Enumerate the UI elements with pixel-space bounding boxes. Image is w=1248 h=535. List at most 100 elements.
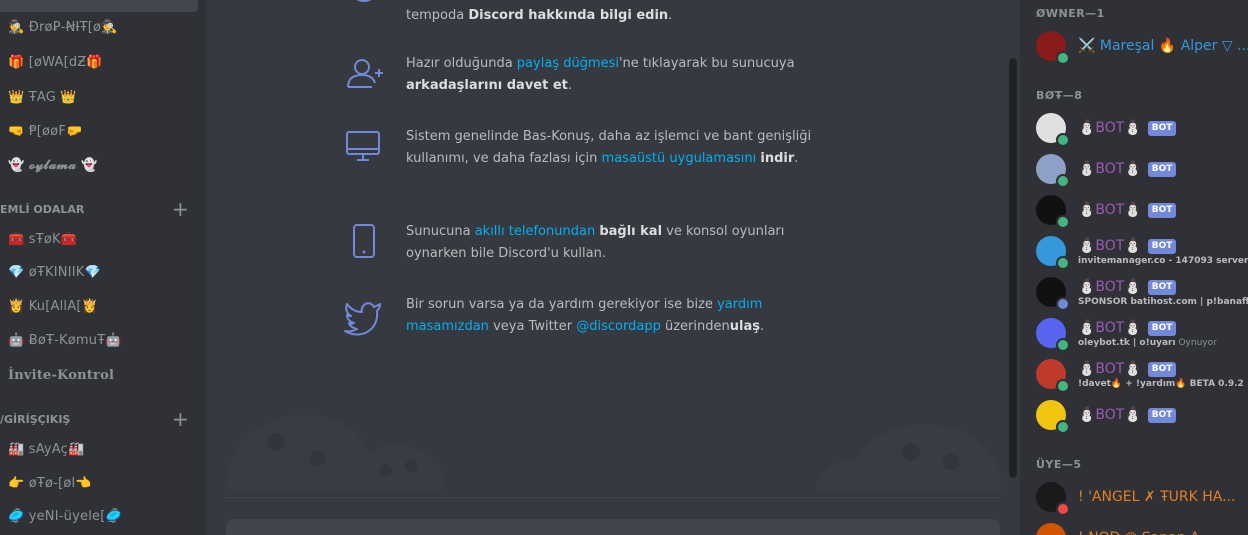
- member-bot[interactable]: ⛄BOT⛄ BOT: [1036, 396, 1248, 434]
- tip-link[interactable]: akıllı telefonundan: [475, 224, 596, 239]
- member-name-text: ⛄BOT⛄: [1078, 320, 1142, 336]
- activity-text: SPONSOR batihost.com | p!banaff...: [1078, 297, 1248, 307]
- tip-text-segment: arkadaşlarını davet et: [406, 78, 568, 93]
- member-header: ÜYE—5: [1036, 458, 1082, 471]
- member-name: ⛄BOT⛄ BOT: [1078, 319, 1177, 337]
- member-name: ! 'ANGEL ✗ ŦURK HA...: [1078, 489, 1236, 505]
- tip-text-segment: ulaş: [729, 319, 760, 334]
- member-bot[interactable]: ⛄BOT⛄ BOT oleybot.tk | o!uyarı Oynuyor: [1036, 314, 1248, 352]
- tip-item: Hazır olduğunda paylaş düğmesi'ne tıklay…: [347, 53, 826, 97]
- bot-badge: BOT: [1147, 362, 1177, 377]
- category-header[interactable]: EMLİ ODALAR: [0, 202, 84, 218]
- member-name: ! NOD ♛ Sanan A...: [1078, 529, 1213, 535]
- bot-badge: BOT: [1147, 280, 1177, 295]
- composer-divider: [226, 497, 1000, 498]
- channel-item[interactable]: 💎 øŦKINIIK💎: [8, 261, 101, 285]
- member-name: ⛄BOT⛄ BOT: [1078, 278, 1177, 296]
- member-name-text: ⛄BOT⛄: [1078, 361, 1142, 377]
- tip-link[interactable]: masaüstü uygulamasını: [602, 151, 757, 166]
- member-user[interactable]: ! NOD ♛ Sanan A...: [1036, 519, 1248, 535]
- activity-text: invitemanager.co - 147093 server...: [1078, 256, 1248, 266]
- status-online-icon: [1056, 51, 1070, 65]
- tip-text-segment: .: [567, 78, 573, 93]
- member-activity: SPONSOR batihost.com | p!banaff...: [1078, 297, 1248, 308]
- bot-badge: BOT: [1147, 162, 1177, 177]
- channel-item[interactable]: 🤖 ɃøŦ-KømuŦ🤖: [8, 329, 122, 353]
- member-name: ⛄BOT⛄ BOT: [1078, 201, 1177, 219]
- member-name-text: ⛄BOT⛄: [1078, 161, 1142, 177]
- tip-text-segment: tempoda: [406, 8, 469, 23]
- member-name: ⛄BOT⛄ BOT: [1078, 160, 1177, 178]
- status-icon: [1056, 256, 1070, 270]
- activity-text: !davet🔥 + !yardım🔥 BETA 0.9.2 ...: [1078, 379, 1248, 389]
- status-icon: [1056, 215, 1070, 229]
- member-bot[interactable]: ⛄BOT⛄ BOT: [1036, 109, 1248, 147]
- member-activity: oleybot.tk | o!uyarı Oynuyor: [1078, 338, 1217, 349]
- channel-item[interactable]: İnvite-Kontrol: [8, 364, 114, 388]
- tip-link[interactable]: @discordapp: [576, 319, 661, 334]
- member-owner[interactable]: ⚔️ Mareşal 🔥 Alper ▽ ...: [1036, 27, 1248, 65]
- tip-item: tempoda Discord hakkında bilgi edin.: [356, 0, 826, 27]
- channel-item[interactable]: 👻 𝓸𝔂𝓵𝓪𝓶𝓪 👻: [8, 154, 97, 178]
- member-bot[interactable]: ⛄BOT⛄ BOT SPONSOR batihost.com | p!banaff.…: [1036, 273, 1248, 311]
- message-composer[interactable]: [226, 519, 1000, 535]
- category-header[interactable]: /GİRİŞÇIKIŞ: [0, 412, 70, 428]
- member-bot[interactable]: ⛄BOT⛄ BOT invitemanager.co - 147093 server…: [1036, 232, 1248, 270]
- phone-icon: [342, 221, 386, 265]
- status-icon: [1056, 133, 1070, 147]
- tip-text: Hazır olduğunda paylaş düğmesi'ne tıklay…: [406, 53, 826, 97]
- member-activity: !davet🔥 + !yardım🔥 BETA 0.9.2 ...: [1078, 379, 1248, 390]
- member-user[interactable]: ! 'ANGEL ✗ ŦURK HA...: [1036, 478, 1248, 516]
- status-icon: [1056, 338, 1070, 352]
- tip-text-segment: bağlı kal: [599, 224, 663, 239]
- member-name: ⛄BOT⛄ BOT: [1078, 406, 1177, 424]
- tip-text: Sistem genelinde Bas-Konuş, daha az işle…: [406, 126, 826, 170]
- member-bot[interactable]: ⛄BOT⛄ BOT: [1036, 150, 1248, 188]
- monitor-icon: [342, 126, 386, 170]
- tip-text-segment: Sunucuna: [406, 224, 475, 239]
- tip-item: Sistem genelinde Bas-Konuş, daha az işle…: [346, 126, 826, 170]
- tip-text-segment: .: [668, 8, 673, 23]
- question-icon: [342, 0, 386, 24]
- tip-text: tempoda Discord hakkında bilgi edin.: [406, 5, 826, 27]
- tip-link[interactable]: paylaş düğmesi: [517, 56, 619, 71]
- status-icon: [1056, 420, 1070, 434]
- channel-item[interactable]: 👸 Ku[AllA[👸: [8, 295, 98, 319]
- channel-item[interactable]: 🥏 yeNI-üyele[🥏: [8, 505, 122, 529]
- tip-text-segment: Discord hakkında bilgi edin: [468, 8, 669, 23]
- member-name-text: ⛄BOT⛄: [1078, 120, 1142, 136]
- member-bot[interactable]: ⛄BOT⛄ BOT !davet🔥 + !yardım🔥 BETA 0.9.2 ..…: [1036, 355, 1248, 393]
- tip-text-segment: Bir sorun varsa ya da yardım gerekiyor i…: [406, 297, 718, 312]
- bot-badge: BOT: [1147, 321, 1177, 336]
- member-bot[interactable]: ⛄BOT⛄ BOT: [1036, 191, 1248, 229]
- member-name: ⛄BOT⛄ BOT: [1078, 119, 1177, 137]
- channel-item[interactable]: 🕵️ ƉrøꝐ-ꞤƗŦ[ø🕵️: [8, 16, 118, 40]
- bot-badge: BOT: [1147, 203, 1177, 218]
- status-icon: [1056, 297, 1070, 311]
- tip-text: Sunucuna akıllı telefonundan bağlı kal v…: [406, 221, 826, 265]
- main-scrollbar[interactable]: [1009, 58, 1017, 478]
- member-name: ⛄BOT⛄ BOT: [1078, 237, 1177, 255]
- channel-item[interactable]: 👉 øŦø-[øl👈: [8, 472, 92, 496]
- bot-badge: BOT: [1147, 408, 1177, 423]
- channel-item[interactable]: 👑 ŦAG 👑: [8, 86, 77, 110]
- add-channel-icon[interactable]: +: [172, 409, 189, 429]
- bot-header: BØŦ—8: [1036, 89, 1083, 102]
- channel-item[interactable]: 🎁 [øWA[dƵ🎁: [8, 51, 103, 75]
- member-name: ⚔️ Mareşal 🔥 Alper ▽ ...: [1078, 38, 1248, 54]
- owner-header: ØWNER—1: [1036, 7, 1105, 20]
- channel-item[interactable]: 🤜 Ᵽ[øøF🤛: [8, 120, 82, 144]
- selected-channel-highlight[interactable]: [0, 0, 198, 12]
- tip-item: Bir sorun varsa ya da yardım gerekiyor i…: [344, 294, 826, 338]
- member-list: ØWNER—1 ⚔️ Mareşal 🔥 Alper ▽ ... BØŦ—8 ⛄…: [1020, 0, 1248, 535]
- main-content: tempoda Discord hakkında bilgi edin. Hazı…: [206, 0, 1020, 535]
- member-name-text: ⛄BOT⛄: [1078, 202, 1142, 218]
- channel-item[interactable]: 🧰 sŦøK🧰: [8, 228, 77, 252]
- add-channel-icon[interactable]: +: [172, 199, 189, 219]
- tip-text-segment: Hazır olduğunda: [406, 56, 517, 71]
- channel-item[interactable]: 🏭 sAyAç🏭: [8, 438, 84, 462]
- tip-text-segment: üzerinden: [660, 319, 730, 334]
- member-name-text: ⛄BOT⛄: [1078, 407, 1142, 423]
- tip-text-segment: veya Twitter: [488, 319, 577, 334]
- tip-text-segment: .: [794, 151, 799, 166]
